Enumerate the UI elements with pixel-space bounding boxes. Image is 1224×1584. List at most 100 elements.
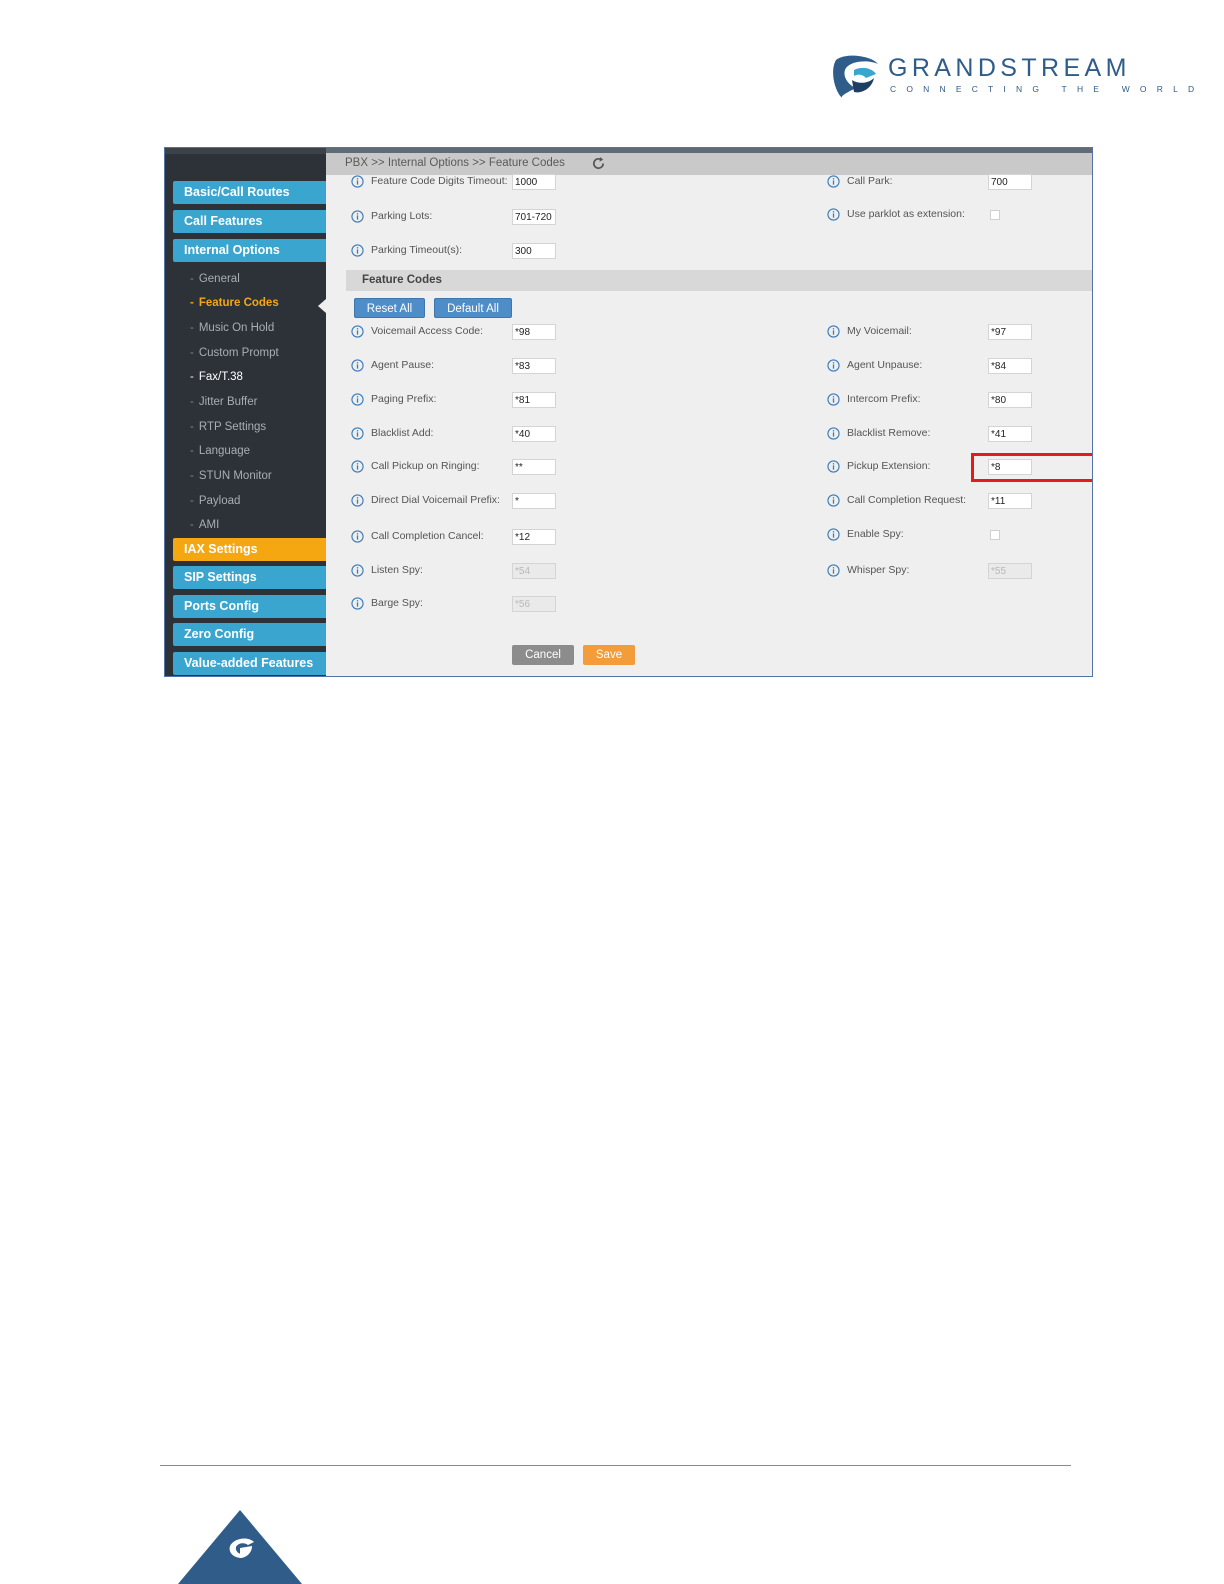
field-label: Enable Spy:: [847, 528, 904, 540]
barge-spy-input: [512, 596, 556, 612]
info-icon[interactable]: [351, 460, 364, 473]
field-label: Feature Code Digits Timeout:: [371, 175, 508, 187]
listen-spy-input: [512, 563, 556, 579]
blacklist-remove-input[interactable]: [988, 426, 1032, 442]
info-icon[interactable]: [827, 427, 840, 440]
nav-call-features[interactable]: Call Features: [173, 210, 326, 233]
breadcrumb-bar: PBX >> Internal Options >> Feature Codes: [326, 153, 1092, 175]
info-icon[interactable]: [351, 244, 364, 257]
field-label: Direct Dial Voicemail Prefix:: [371, 494, 500, 506]
field-label: Agent Unpause:: [847, 359, 923, 371]
call-completion-request-input[interactable]: [988, 493, 1032, 509]
subnav-label: Music On Hold: [198, 322, 275, 334]
row-call-park: Call Park:: [827, 174, 1087, 192]
subnav-payload[interactable]: - Payload: [190, 495, 240, 507]
subnav-rtp-settings[interactable]: - RTP Settings: [190, 421, 266, 433]
info-icon[interactable]: [351, 564, 364, 577]
parking-timeout-input[interactable]: [512, 243, 556, 259]
field-label: Call Pickup on Ringing:: [371, 460, 480, 472]
info-icon[interactable]: [827, 208, 840, 221]
subnav-label: Fax/T.38: [198, 371, 243, 383]
info-icon[interactable]: [351, 175, 364, 188]
field-label: Parking Timeout(s):: [371, 244, 463, 256]
parking-lots-input[interactable]: [512, 209, 556, 225]
row-use-parklot: Use parklot as extension:: [827, 207, 1087, 225]
call-completion-cancel-input[interactable]: [512, 529, 556, 545]
info-icon[interactable]: [827, 325, 840, 338]
footer-divider: [160, 1465, 1071, 1466]
use-parklot-checkbox[interactable]: [990, 210, 1000, 220]
info-icon[interactable]: [351, 427, 364, 440]
blacklist-add-input[interactable]: [512, 426, 556, 442]
agent-unpause-input[interactable]: [988, 358, 1032, 374]
sidebar: Basic/Call Routes Call Features Internal…: [165, 148, 326, 676]
info-icon[interactable]: [827, 494, 840, 507]
field-label: Whisper Spy:: [847, 564, 910, 576]
nav-ports-config[interactable]: Ports Config: [173, 595, 326, 618]
my-voicemail-input[interactable]: [988, 324, 1032, 340]
digits-timeout-input[interactable]: [512, 174, 556, 190]
info-icon[interactable]: [351, 597, 364, 610]
nav-zero-config[interactable]: Zero Config: [173, 623, 326, 646]
direct-dial-vm-input[interactable]: [512, 493, 556, 509]
field-label: Blacklist Remove:: [847, 427, 931, 439]
nav-sip-settings[interactable]: SIP Settings: [173, 566, 326, 589]
nav-internal-options[interactable]: Internal Options: [173, 239, 326, 262]
subnav-custom-prompt[interactable]: - Custom Prompt: [190, 347, 279, 359]
info-icon[interactable]: [827, 528, 840, 541]
row-enable-spy: Enable Spy:: [827, 527, 1087, 545]
nav-iax-settings[interactable]: IAX Settings: [173, 538, 326, 561]
field-label: Listen Spy:: [371, 564, 423, 576]
row-listen-spy: Listen Spy:: [351, 563, 651, 581]
subnav-ami[interactable]: - AMI: [190, 519, 219, 531]
field-label: Call Completion Request:: [847, 494, 967, 506]
info-icon[interactable]: [827, 393, 840, 406]
field-label: Blacklist Add:: [371, 427, 434, 439]
brand-tagline: CONNECTING THE WORLD: [890, 84, 1205, 94]
row-voicemail-access: Voicemail Access Code:: [351, 324, 651, 342]
info-icon[interactable]: [351, 325, 364, 338]
voicemail-access-input[interactable]: [512, 324, 556, 340]
info-icon[interactable]: [351, 393, 364, 406]
subnav-label: Custom Prompt: [198, 347, 279, 359]
subnav-general[interactable]: - General: [190, 273, 240, 285]
subnav-music-on-hold[interactable]: - Music On Hold: [190, 322, 274, 334]
cancel-button[interactable]: Cancel: [512, 645, 574, 665]
reset-all-button[interactable]: Reset All: [354, 298, 425, 318]
default-all-button[interactable]: Default All: [434, 298, 512, 318]
breadcrumb: PBX >> Internal Options >> Feature Codes: [345, 157, 565, 169]
enable-spy-checkbox[interactable]: [990, 530, 1000, 540]
info-icon[interactable]: [351, 530, 364, 543]
subnav-label: Language: [198, 445, 251, 457]
call-pickup-ringing-input[interactable]: [512, 459, 556, 475]
nav-value-added-features[interactable]: Value-added Features: [173, 652, 326, 675]
call-park-input[interactable]: [988, 174, 1032, 190]
pickup-extension-highlight: [971, 453, 1092, 482]
info-icon[interactable]: [827, 460, 840, 473]
info-icon[interactable]: [351, 359, 364, 372]
subnav-label: General: [198, 273, 240, 285]
save-button[interactable]: Save: [583, 645, 635, 665]
info-icon[interactable]: [351, 494, 364, 507]
info-icon[interactable]: [827, 564, 840, 577]
field-label: Call Completion Cancel:: [371, 530, 484, 542]
nav-basic-call-routes[interactable]: Basic/Call Routes: [173, 181, 326, 204]
row-call-completion-request: Call Completion Request:: [827, 493, 1087, 511]
info-icon[interactable]: [351, 210, 364, 223]
subnav-stun-monitor[interactable]: - STUN Monitor: [190, 470, 272, 482]
agent-pause-input[interactable]: [512, 358, 556, 374]
field-label: Paging Prefix:: [371, 393, 437, 405]
paging-prefix-input[interactable]: [512, 392, 556, 408]
brand-name: GRANDSTREAM: [888, 54, 1131, 82]
refresh-icon[interactable]: [591, 156, 606, 171]
info-icon[interactable]: [827, 359, 840, 372]
row-call-completion-cancel: Call Completion Cancel:: [351, 529, 651, 547]
subnav-fax-t38[interactable]: - Fax/T.38: [190, 371, 243, 383]
subnav-feature-codes[interactable]: - Feature Codes: [190, 297, 279, 309]
field-label: My Voicemail:: [847, 325, 912, 337]
intercom-prefix-input[interactable]: [988, 392, 1032, 408]
subnav-language[interactable]: - Language: [190, 445, 250, 457]
subnav-jitter-buffer[interactable]: - Jitter Buffer: [190, 396, 257, 408]
row-agent-pause: Agent Pause:: [351, 358, 651, 376]
info-icon[interactable]: [827, 175, 840, 188]
